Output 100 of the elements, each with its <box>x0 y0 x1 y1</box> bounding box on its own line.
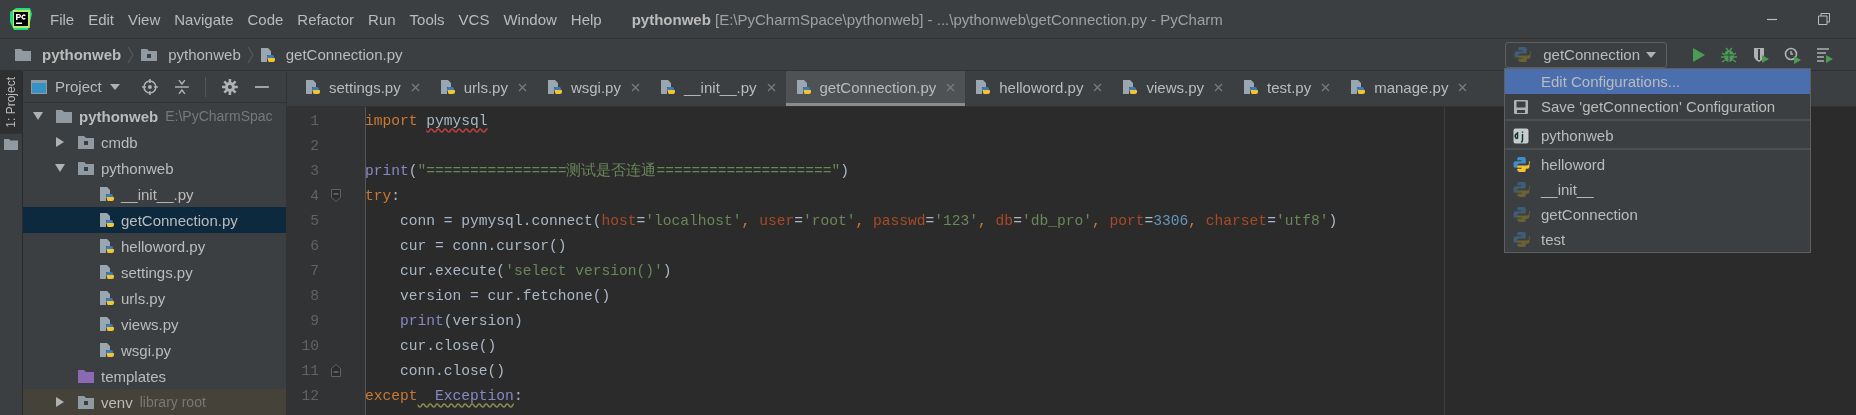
menu-item[interactable]: Run <box>368 10 396 28</box>
python-file-icon <box>99 316 115 332</box>
tree-item[interactable]: getConnection.py <box>23 207 286 233</box>
menu-item[interactable]: Code <box>247 10 284 28</box>
python-file-icon <box>795 79 812 95</box>
breadcrumb-item[interactable]: getConnection.py <box>255 46 407 63</box>
menu-item[interactable]: Navigate <box>174 10 234 28</box>
menu-item[interactable]: File <box>50 10 75 28</box>
run-icon[interactable] <box>1690 46 1706 63</box>
menu-item[interactable]: View <box>128 10 161 28</box>
python-file-icon <box>99 212 115 228</box>
breadcrumb-item[interactable]: pythonweb <box>10 46 126 63</box>
tree-item[interactable]: settings.py <box>23 259 286 285</box>
python-file-icon <box>975 79 992 95</box>
menu-item[interactable]: Refactor <box>297 10 355 28</box>
python-file-icon <box>546 79 563 95</box>
python-file-icon <box>305 79 321 95</box>
expanded-arrow-icon[interactable] <box>33 111 43 121</box>
menu-item[interactable]: helloword <box>1505 152 1810 177</box>
close-icon[interactable] <box>630 82 640 92</box>
package-folder-icon <box>77 134 95 150</box>
close-icon[interactable] <box>1458 82 1468 92</box>
code-line: print(version) <box>399 312 523 329</box>
editor-tab[interactable]: test.py <box>1233 71 1341 106</box>
python-file-icon <box>1243 79 1259 95</box>
run-configuration-dropdown[interactable]: getConnection <box>1505 41 1667 68</box>
package-folder-icon <box>140 46 159 63</box>
collapsed-arrow-icon[interactable] <box>55 137 65 147</box>
menu-item[interactable]: Help <box>570 10 602 28</box>
close-icon[interactable] <box>410 82 420 92</box>
editor-tab[interactable]: manage.py <box>1340 71 1478 106</box>
editor-tab[interactable]: __init__.py <box>649 71 786 106</box>
code-line: conn.close() <box>399 362 506 379</box>
menu-item[interactable]: __init__ <box>1505 177 1810 202</box>
expanded-arrow-icon[interactable] <box>55 163 65 173</box>
python-file-icon <box>659 79 676 95</box>
code-line: cur = conn.cursor() <box>399 237 567 254</box>
debug-icon[interactable] <box>1720 45 1738 64</box>
menu-item[interactable]: test <box>1505 227 1810 252</box>
tree-item[interactable]: views.py <box>23 311 286 337</box>
editor-tab[interactable]: getConnection.py <box>785 71 966 106</box>
editor-tab[interactable]: settings.py <box>295 71 430 106</box>
editor-tab[interactable]: views.py <box>1112 71 1233 106</box>
tree-item[interactable]: templates <box>23 363 286 389</box>
close-icon[interactable] <box>766 82 776 92</box>
restore-icon[interactable] <box>1818 13 1830 25</box>
close-icon[interactable] <box>1321 82 1331 92</box>
code-line: except Exception: <box>365 387 523 404</box>
menu-item[interactable]: Window <box>503 10 557 28</box>
code-line: print("================测试是否连通====================") <box>365 161 850 180</box>
collapsed-arrow-icon[interactable] <box>55 397 65 407</box>
fold-icon[interactable] <box>331 364 341 377</box>
app-logo-icon <box>10 8 32 30</box>
editor-tab[interactable]: wsgi.py <box>536 71 650 106</box>
close-icon[interactable] <box>946 82 956 92</box>
menu-item[interactable]: pythonweb <box>1505 123 1810 148</box>
tree-item[interactable]: venv library root <box>23 389 286 415</box>
django-icon <box>1513 127 1529 144</box>
locate-icon[interactable] <box>141 78 158 95</box>
code-line: conn = pymysql.connect(host='localhost', user='root', passwd='123', db='db_pro', port=3306, charset='utf8') <box>399 212 1338 229</box>
breadcrumb-item[interactable]: pythonweb <box>136 46 245 63</box>
menu-item[interactable]: Tools <box>409 10 445 28</box>
run-list-icon[interactable] <box>1816 45 1834 64</box>
tool-window-tab[interactable]: 1: Project <box>0 71 22 134</box>
tree-item[interactable]: helloword.py <box>23 233 286 259</box>
python-file-icon <box>99 238 115 254</box>
collapse-all-icon[interactable] <box>173 78 190 95</box>
tree-item[interactable]: pythonweb E:\PyCharmSpac <box>23 103 286 129</box>
profile-icon[interactable] <box>1784 45 1802 64</box>
tree-item[interactable]: __init__.py <box>23 181 286 207</box>
code-line: cur.execute('select version()') <box>399 262 672 279</box>
python-file-icon <box>99 264 115 280</box>
package-folder-icon <box>77 160 95 176</box>
python-file-icon <box>1122 79 1139 95</box>
python-icon <box>1514 46 1532 63</box>
tree-item[interactable]: wsgi.py <box>23 337 286 363</box>
close-icon[interactable] <box>1214 82 1223 92</box>
close-icon[interactable] <box>1093 82 1103 92</box>
menu-item[interactable]: getConnection <box>1505 202 1810 227</box>
coverage-icon[interactable] <box>1752 45 1770 64</box>
editor-tab[interactable]: urls.py <box>429 71 537 106</box>
editor-tab[interactable]: helloword.py <box>965 71 1113 106</box>
folder-icon <box>55 108 73 124</box>
menu-item[interactable]: Save 'getConnection' Configuration <box>1505 94 1810 119</box>
tree-item[interactable]: cmdb <box>23 129 286 155</box>
settings-icon[interactable] <box>222 78 239 95</box>
fold-icon[interactable] <box>331 189 341 202</box>
tree-item[interactable]: urls.py <box>23 285 286 311</box>
python-file-icon <box>99 290 115 306</box>
menu-item[interactable]: Edit <box>88 10 115 28</box>
menu-item[interactable]: VCS <box>458 10 490 28</box>
window-title: pythonweb [E:\PyCharmSpace\pythonweb] - ...\pythonweb\getConnection.py - PyCharm <box>631 10 1223 28</box>
code-line: import pymysql <box>365 112 488 129</box>
close-icon[interactable] <box>517 82 527 92</box>
save-icon <box>1513 98 1529 115</box>
python-file-icon <box>99 186 115 202</box>
tree-item[interactable]: pythonweb <box>23 155 286 181</box>
panel-title-dropdown[interactable]: Project <box>31 78 120 95</box>
chevron-icon <box>246 45 254 64</box>
code-line: cur.close() <box>399 337 497 354</box>
